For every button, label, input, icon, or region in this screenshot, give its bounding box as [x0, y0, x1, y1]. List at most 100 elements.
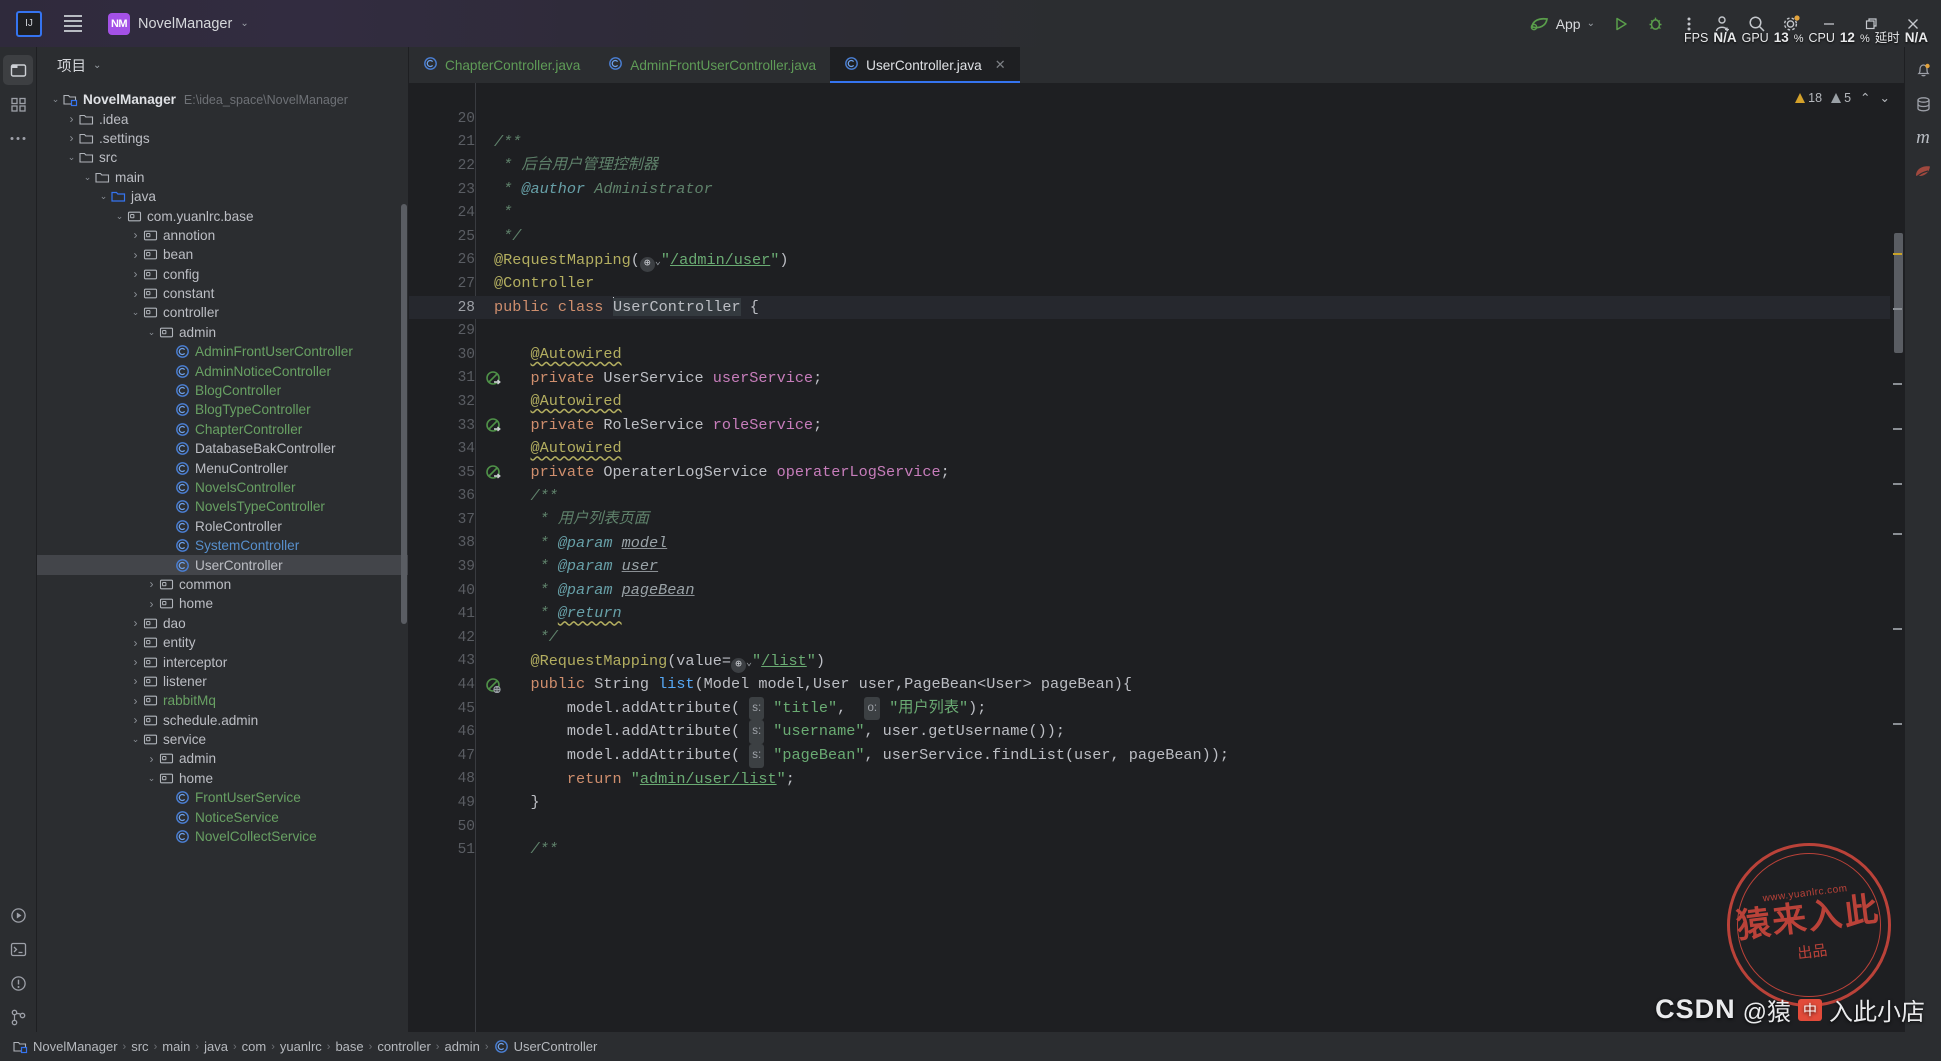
- chevron-right-icon[interactable]: ›: [129, 714, 142, 726]
- tree-item[interactable]: › entity: [37, 633, 408, 652]
- tree-item[interactable]: ⌄ java: [37, 187, 408, 206]
- editor-scrollbar-thumb[interactable]: [1894, 233, 1903, 353]
- tree-item[interactable]: › home: [37, 594, 408, 613]
- code-line[interactable]: * @return: [482, 602, 1890, 626]
- version-control-tool-icon[interactable]: [3, 1002, 33, 1032]
- tree-item[interactable]: ·NovelCollectService: [37, 827, 408, 846]
- line-number[interactable]: 31: [409, 367, 501, 391]
- chevron-right-icon[interactable]: ›: [129, 268, 142, 280]
- breadcrumb-item[interactable]: admin: [439, 1038, 484, 1055]
- tree-item[interactable]: ·BlogTypeController: [37, 400, 408, 419]
- tree-item[interactable]: ⌄ NovelManager E:\idea_space\NovelManager: [37, 90, 408, 109]
- line-number[interactable]: 26: [409, 249, 482, 273]
- tree-item[interactable]: › .settings: [37, 129, 408, 148]
- code-content[interactable]: /** * 后台用户管理控制器 * @author Administrator …: [482, 83, 1890, 1032]
- code-line[interactable]: }: [482, 791, 1890, 815]
- line-number[interactable]: 45: [409, 697, 482, 721]
- line-number[interactable]: 39: [409, 555, 482, 579]
- tree-item[interactable]: › interceptor: [37, 652, 408, 671]
- marker-item[interactable]: [1893, 308, 1902, 310]
- breadcrumb-item[interactable]: main: [157, 1038, 195, 1055]
- tree-item[interactable]: ·DatabaseBakController: [37, 439, 408, 458]
- editor-tab-active[interactable]: UserController.java ✕: [830, 47, 1020, 83]
- project-tree[interactable]: ⌄ NovelManager E:\idea_space\NovelManager ›…: [37, 84, 408, 1032]
- debug-button[interactable]: [1639, 8, 1671, 40]
- tree-item[interactable]: ⌄ home: [37, 769, 408, 788]
- tree-item[interactable]: › config: [37, 265, 408, 284]
- line-number[interactable]: 36: [409, 485, 482, 509]
- warning-count-group[interactable]: 18: [1795, 91, 1822, 105]
- chevron-right-icon[interactable]: ›: [129, 637, 142, 649]
- tree-item-selected[interactable]: ·UserController: [37, 555, 408, 575]
- code-line[interactable]: /**: [482, 485, 1890, 509]
- prev-problem-icon[interactable]: ⌃: [1860, 90, 1870, 105]
- code-line[interactable]: @Controller: [482, 272, 1890, 296]
- marker-item[interactable]: [1893, 428, 1902, 430]
- breadcrumb-item[interactable]: java: [199, 1038, 233, 1055]
- tree-item[interactable]: ·RoleController: [37, 517, 408, 536]
- breadcrumb-item[interactable]: com: [237, 1038, 272, 1055]
- main-menu-button[interactable]: [56, 7, 90, 41]
- project-tree-scrollbar[interactable]: [401, 204, 407, 624]
- breadcrumb-item[interactable]: yuanlrc: [275, 1038, 327, 1055]
- marker-item[interactable]: [1893, 723, 1902, 725]
- chevron-right-icon[interactable]: ›: [129, 288, 142, 300]
- code-line[interactable]: private UserService userService;: [482, 367, 1890, 391]
- marker-item[interactable]: [1893, 533, 1902, 535]
- code-line[interactable]: */: [482, 225, 1890, 249]
- tree-item[interactable]: › admin: [37, 749, 408, 768]
- code-line[interactable]: * 用户列表页面: [482, 508, 1890, 532]
- line-number[interactable]: 25: [409, 225, 482, 249]
- code-line[interactable]: [482, 319, 1890, 343]
- breadcrumb[interactable]: NovelManager › src › main › java › com › yuanlrc › b…: [8, 1038, 602, 1055]
- tree-item[interactable]: ·NoticeService: [37, 807, 408, 826]
- tree-item[interactable]: › constant: [37, 284, 408, 303]
- editor-tab-bar[interactable]: ChapterController.java AdminFrontUserCont…: [409, 47, 1904, 83]
- code-line[interactable]: * @author Administrator: [482, 178, 1890, 202]
- code-line[interactable]: * @param user: [482, 555, 1890, 579]
- line-number[interactable]: 37: [409, 508, 482, 532]
- code-line[interactable]: @Autowired: [482, 343, 1890, 367]
- line-number[interactable]: 49: [409, 791, 482, 815]
- tree-item[interactable]: ⌄ src: [37, 148, 408, 167]
- tree-item[interactable]: › annotion: [37, 226, 408, 245]
- editor-marker-bar[interactable]: [1890, 83, 1904, 1032]
- chevron-down-icon[interactable]: ⌄: [49, 95, 62, 104]
- breadcrumb-item[interactable]: src: [126, 1038, 153, 1055]
- line-number[interactable]: 42: [409, 626, 482, 650]
- line-number[interactable]: 21: [409, 131, 482, 155]
- tree-item[interactable]: › bean: [37, 245, 408, 264]
- chevron-right-icon[interactable]: ›: [129, 695, 142, 707]
- chevron-right-icon[interactable]: ›: [65, 113, 78, 125]
- line-number[interactable]: 32: [409, 390, 482, 414]
- line-number[interactable]: 34: [409, 437, 482, 461]
- chevron-down-icon[interactable]: ⌄: [81, 172, 94, 182]
- tree-item[interactable]: ·NovelsTypeController: [37, 497, 408, 516]
- code-line[interactable]: return "admin/user/list";: [482, 768, 1890, 792]
- line-number[interactable]: 33: [409, 414, 501, 438]
- chevron-right-icon[interactable]: ›: [129, 249, 142, 261]
- code-line[interactable]: */: [482, 626, 1890, 650]
- code-line[interactable]: /**: [482, 131, 1890, 155]
- commit-tool-icon[interactable]: [3, 89, 33, 119]
- breadcrumb-item[interactable]: NovelManager: [8, 1038, 123, 1055]
- chevron-down-icon[interactable]: ⌄: [113, 211, 126, 221]
- tree-item[interactable]: ⌄ admin: [37, 323, 408, 342]
- tree-item[interactable]: ·NovelsController: [37, 478, 408, 497]
- chevron-right-icon[interactable]: ›: [65, 132, 78, 144]
- line-number[interactable]: 47: [409, 744, 482, 768]
- line-number[interactable]: 20: [409, 107, 482, 131]
- code-line[interactable]: @RequestMapping(value= ⊕ ⌄"/list"): [482, 650, 1890, 674]
- problems-tool-icon[interactable]: [3, 968, 33, 998]
- editor-gutter[interactable]: 20 21 22 23 24 25 26 27 28 29 30 31 32 33 34 35 36 37 38 39…: [409, 83, 501, 1032]
- code-line[interactable]: private RoleService roleService;: [482, 414, 1890, 438]
- tree-item[interactable]: ⌄ com.yuanlrc.base: [37, 206, 408, 225]
- notifications-icon[interactable]: [1908, 55, 1938, 85]
- line-number[interactable]: 48: [409, 768, 482, 792]
- tree-item[interactable]: › .idea: [37, 109, 408, 128]
- next-problem-icon[interactable]: ⌄: [1880, 90, 1890, 105]
- code-line[interactable]: * @param pageBean: [482, 579, 1890, 603]
- tree-item[interactable]: › rabbitMq: [37, 691, 408, 710]
- code-line[interactable]: model.addAttribute( s: "pageBean", userS…: [482, 744, 1890, 768]
- tree-item[interactable]: ⌄ main: [37, 168, 408, 187]
